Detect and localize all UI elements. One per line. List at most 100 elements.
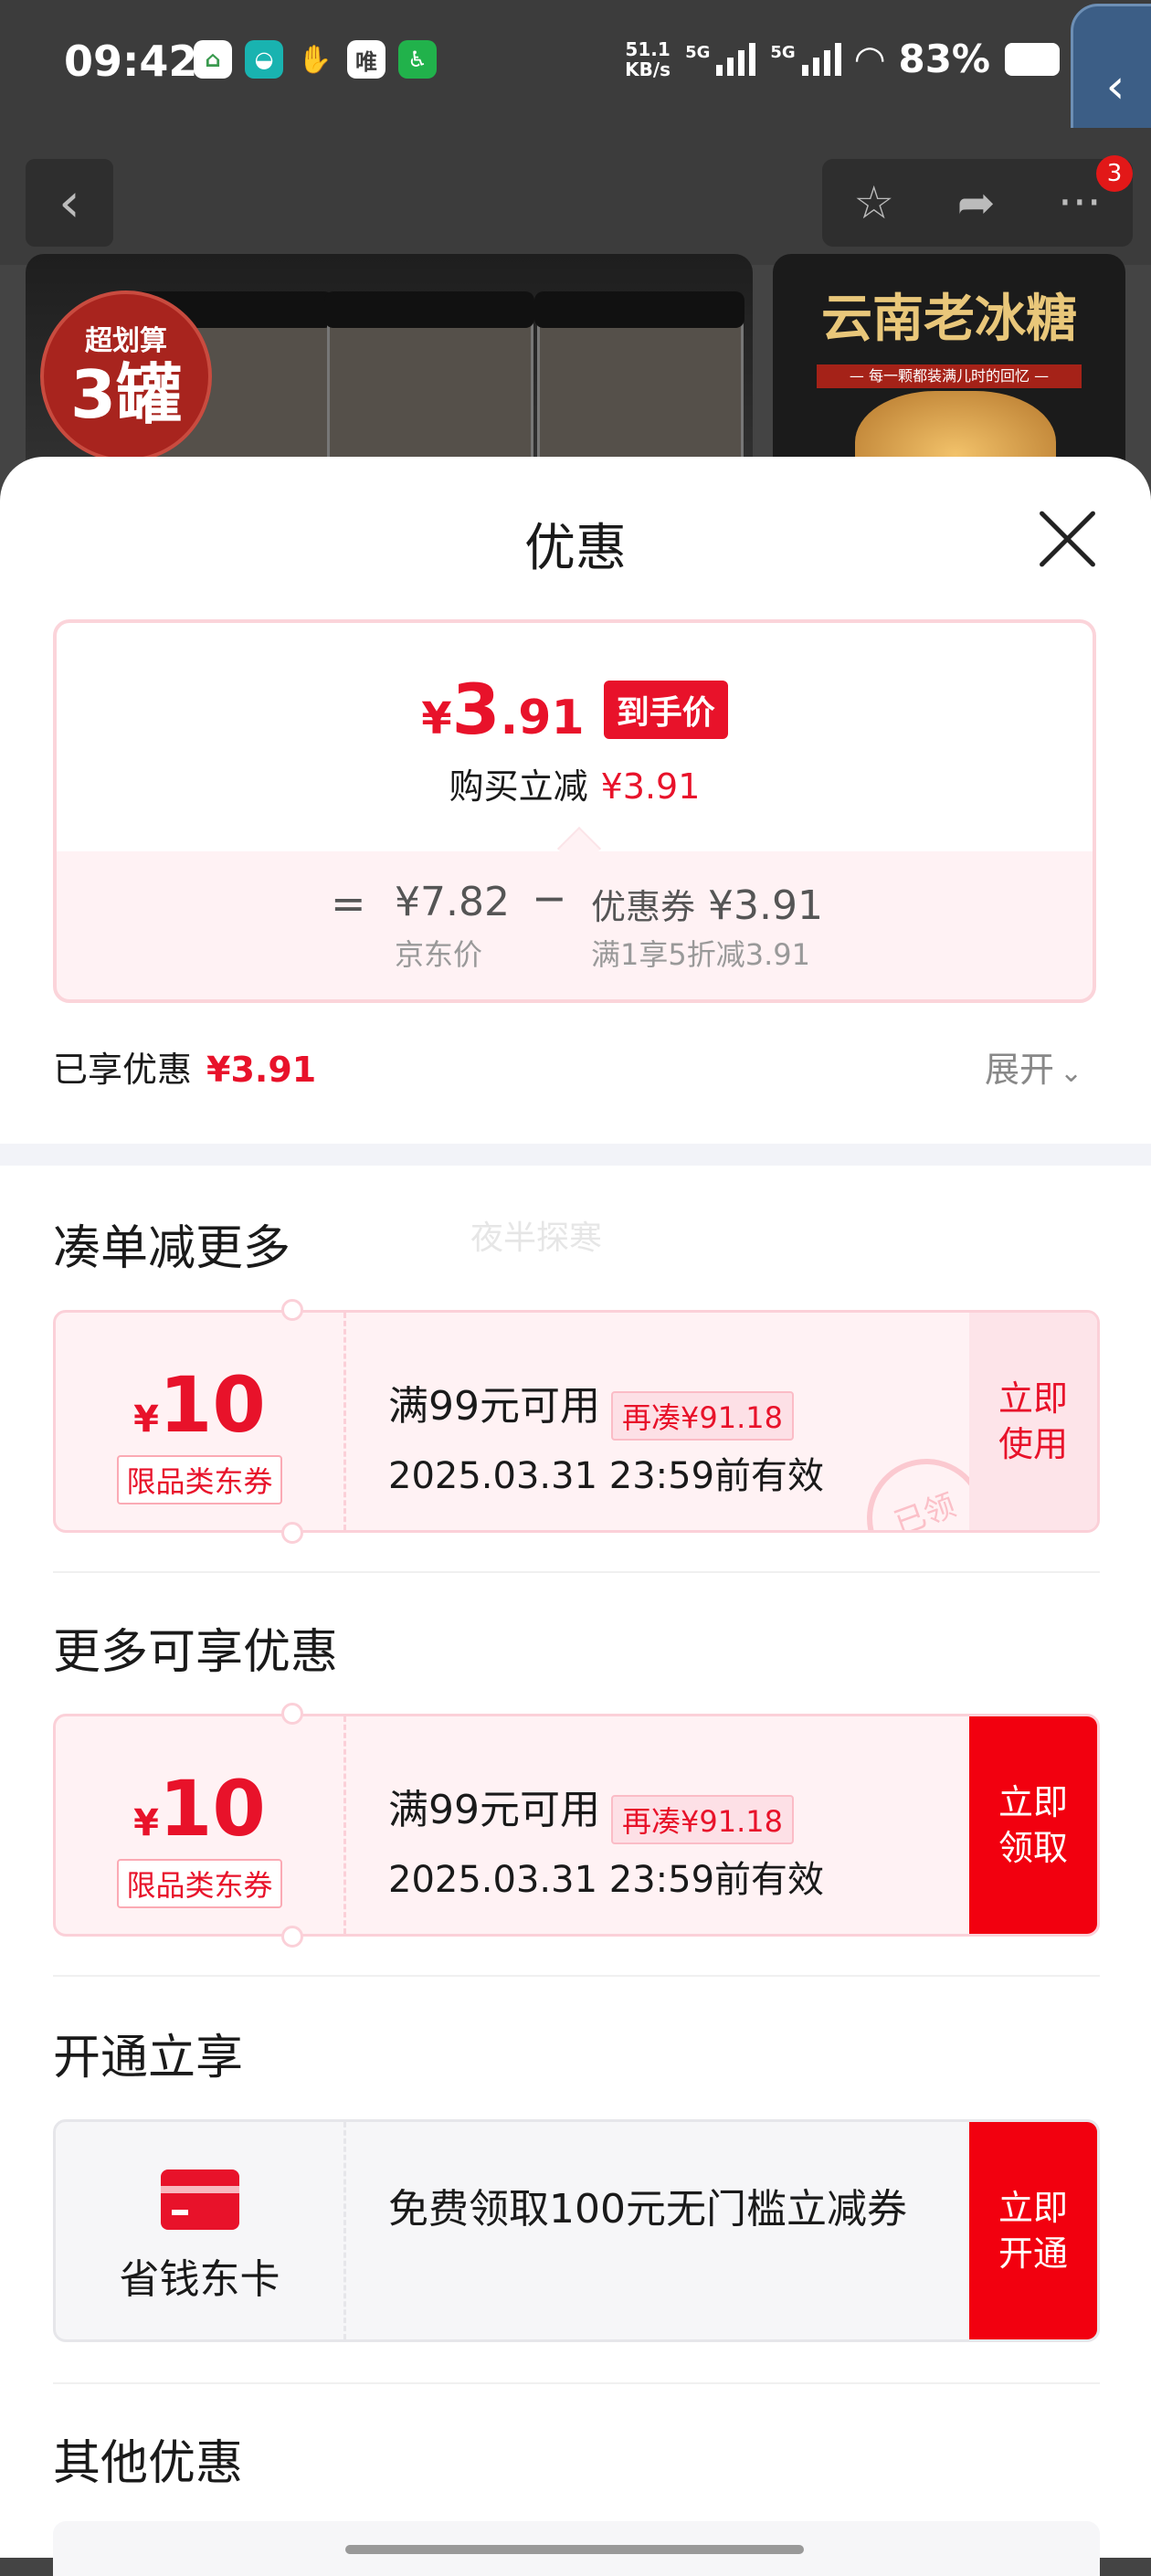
coupon-amount: ¥10 [56, 1764, 343, 1853]
status-right: 51.1 KB/s 5G 5G ◠ 83% [625, 37, 1060, 81]
divider-pointer [556, 826, 602, 871]
enjoyed-label: 已享优惠 [53, 1050, 193, 1090]
coupon-value-panel: ¥10 限品类东券 [56, 1313, 346, 1530]
coupon-condition: 满99元可用 [388, 1787, 600, 1833]
membership-card-panel: 省钱东卡 [56, 2122, 346, 2339]
coupon-card-collected: ¥10 限品类东券 满99元可用 再凑¥91.18 2025.03.31 23:5… [53, 1310, 1100, 1533]
open-now-label: 立即 开通 [998, 2188, 1068, 2274]
coupon-value-panel: ¥10 限品类东券 [56, 1716, 346, 1934]
section-title-more: 凑单减更多 [53, 1221, 291, 1276]
coupon-deduction-label: 优惠券 [591, 887, 696, 927]
final-price-card: ¥3.91 到手价 购买立减 ¥3.91 = ¥7.82 京东价 − 优惠券 ¥3… [53, 619, 1096, 1003]
net-speed-value: 51.1 [625, 37, 671, 60]
back-button[interactable]: ‹ [26, 159, 113, 247]
signal-2-label: 5G [770, 42, 796, 62]
coupon-remaining: 再凑¥91.18 [611, 1390, 794, 1441]
coupon-type: 限品类东券 [117, 1455, 282, 1504]
final-price-row: ¥3.91 到手价 [57, 669, 1093, 750]
coupon-deduction: 优惠券 ¥3.91 [591, 879, 823, 929]
section-title-other: 其他优惠 [53, 2436, 244, 2491]
use-now-button[interactable]: 立即 使用 [969, 1313, 1097, 1530]
claim-now-button[interactable]: 立即 领取 [969, 1716, 1097, 1934]
final-price-decimal: .91 [500, 691, 585, 745]
notification-badge: 3 [1096, 155, 1133, 192]
section-divider [0, 1144, 1151, 1166]
credit-card-icon [160, 2170, 239, 2230]
coupon-currency: ¥ [133, 1399, 159, 1441]
coupon-deduction-value: ¥3.91 [708, 882, 823, 929]
signal-icon-1: 5G [685, 42, 756, 76]
minus-sign: − [532, 873, 567, 923]
coupon-info: 满99元可用 再凑¥91.18 2025.03.31 23:59前有效 [388, 1373, 824, 1499]
vip-app-icon: 唯 [347, 40, 385, 79]
handshake-app-icon: ✋ [298, 43, 333, 76]
coupon-deduction-desc: 满1享5折减3.91 [591, 937, 810, 972]
home-indicator[interactable] [345, 2545, 804, 2554]
coupon-expiry: 2025.03.31 23:59前有效 [388, 1454, 825, 1497]
status-app-icons: ⌂ ◒ ✋ 唯 ♿ [194, 40, 437, 79]
battery-icon [1005, 42, 1060, 76]
coupon-card-available: ¥10 限品类东券 满99元可用 再凑¥91.18 2025.03.31 23:5… [53, 1714, 1100, 1937]
jd-price: ¥7.82 [395, 879, 510, 925]
share-icon[interactable]: ➦ [957, 176, 996, 229]
coupon-amount-value: 10 [158, 1360, 266, 1450]
divider-line [53, 1975, 1100, 1977]
expand-button[interactable]: 展开 ⌄ [985, 1041, 1082, 1092]
sheet-title: 优惠 [524, 519, 627, 578]
coupon-currency: ¥ [133, 1802, 159, 1844]
enjoyed-value: ¥3.91 [206, 1050, 317, 1090]
watermark: 夜半探寒 [470, 1219, 603, 1257]
promo-badge-top: 超划算 [85, 325, 167, 357]
status-time: 09:42 [64, 37, 198, 86]
use-now-label: 立即 使用 [998, 1378, 1068, 1464]
net-speed-unit: KB/s [625, 58, 671, 80]
expand-label: 展开 [985, 1050, 1055, 1090]
home-app-icon: ⌂ [194, 40, 232, 79]
reduce-label: 购买立减 [449, 766, 588, 807]
divider-line [53, 1571, 1100, 1573]
product-topbar: ‹ ☆ ➦ ··· 3 [0, 128, 1151, 265]
topbar-actions: ☆ ➦ ··· [822, 159, 1133, 247]
promo-badge: 超划算 3罐 [40, 290, 212, 462]
reduce-value: ¥3.91 [600, 766, 701, 807]
wifi-icon: ◠ [855, 37, 884, 80]
product-image-main[interactable]: 超划算 3罐 [26, 254, 753, 491]
product-image-banner[interactable]: 云南老冰糖 — 每一颗都装满儿时的回忆 — [773, 254, 1125, 491]
battery-percent: 83% [898, 37, 990, 81]
divider-line [53, 2382, 1100, 2384]
chevron-left-icon: ‹ [58, 171, 80, 235]
promo-badge-big: 3罐 [69, 356, 183, 433]
coupon-notch [281, 1299, 303, 1321]
status-bar: 09:42 ⌂ ◒ ✋ 唯 ♿ 51.1 KB/s 5G 5G ◠ 83% ‹ [0, 0, 1151, 170]
final-price: ¥3.91 [421, 669, 584, 750]
chevron-down-icon: ⌄ [1060, 1057, 1083, 1089]
signal-icon-2: 5G [770, 42, 841, 76]
coupon-type: 限品类东券 [117, 1859, 282, 1908]
membership-card-desc: 免费领取100元无门槛立减券 [388, 2186, 907, 2233]
accessibility-icon: ♿ [398, 40, 437, 79]
signal-1-label: 5G [685, 42, 711, 62]
chat-app-icon: ◒ [245, 40, 283, 79]
coupon-remaining: 再凑¥91.18 [611, 1794, 794, 1844]
more-icon[interactable]: ··· [1058, 176, 1102, 229]
membership-card-name: 省钱东卡 [119, 2256, 280, 2303]
close-icon[interactable] [1032, 502, 1105, 575]
equals-sign: = [331, 879, 366, 928]
section-title-open: 开通立享 [53, 2031, 244, 2085]
jd-price-label: 京东价 [395, 937, 483, 972]
coupon-expiry: 2025.03.31 23:59前有效 [388, 1858, 825, 1901]
section-title-extra: 更多可享优惠 [53, 1625, 339, 1680]
coupon-amount: ¥10 [56, 1360, 343, 1450]
coupon-notch [281, 1703, 303, 1725]
net-speed: 51.1 KB/s [625, 39, 671, 79]
coupon-condition: 满99元可用 [388, 1383, 600, 1430]
coupon-info: 满99元可用 再凑¥91.18 2025.03.31 23:59前有效 [388, 1777, 824, 1903]
open-now-button[interactable]: 立即 开通 [969, 2122, 1097, 2339]
chevron-left-icon: ‹ [1105, 59, 1125, 114]
coupon-notch [281, 1926, 303, 1948]
banner-title: 云南老冰糖 [821, 289, 1077, 349]
star-icon[interactable]: ☆ [853, 176, 894, 229]
final-price-symbol: ¥ [421, 693, 452, 744]
reduce-row: 购买立减 ¥3.91 [57, 758, 1093, 808]
final-price-integer: 3 [451, 669, 501, 750]
